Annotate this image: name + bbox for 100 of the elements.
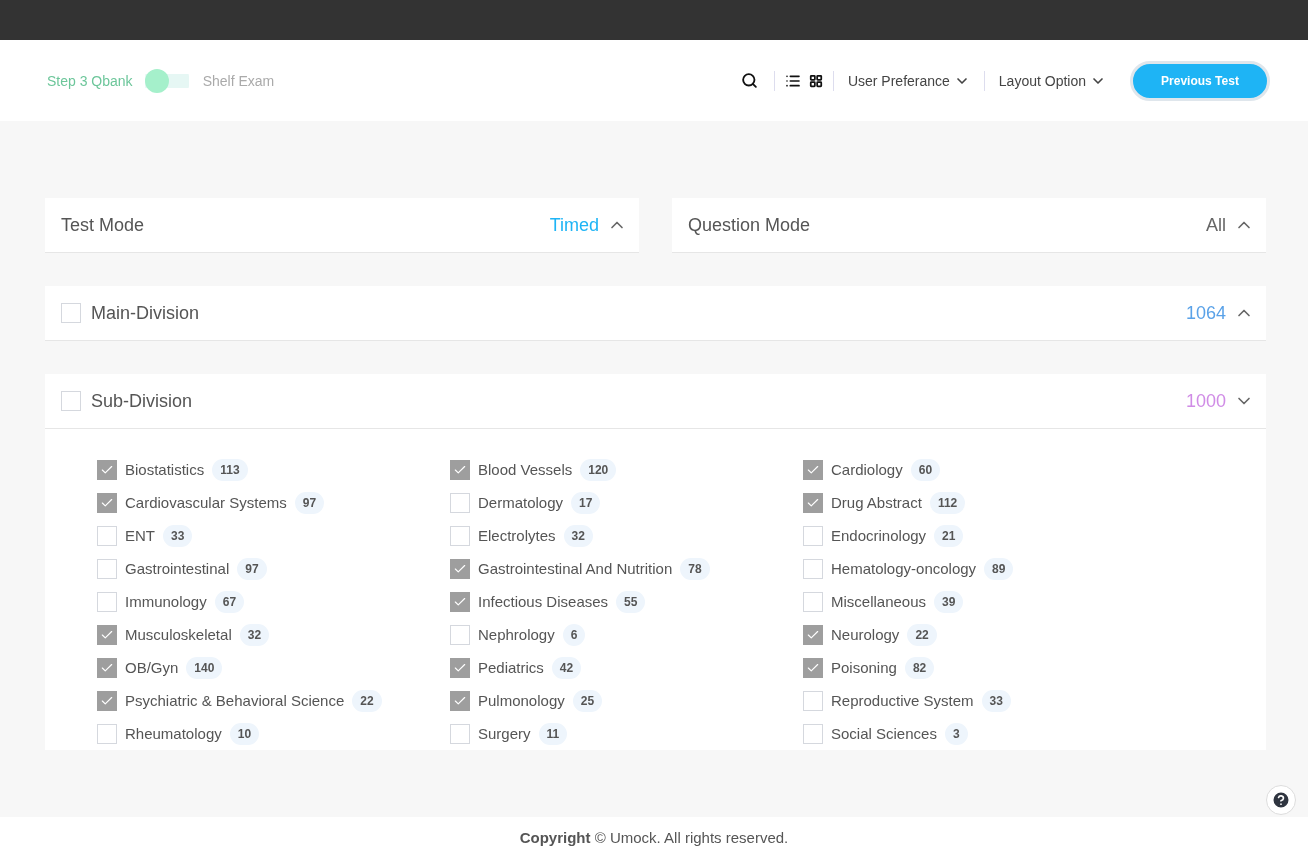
count-badge: 112: [929, 491, 966, 514]
subject-label: Nephrology: [478, 626, 555, 643]
checkbox[interactable]: [97, 525, 117, 546]
subject-label: Miscellaneous: [831, 593, 927, 610]
subject-label: Gastrointestinal And Nutrition: [478, 560, 673, 577]
copyright-text: Copyright © Umock. All rights reserved.: [519, 829, 789, 846]
count-badge: 25: [572, 689, 603, 712]
checkbox[interactable]: [450, 492, 470, 513]
count-badge: 42: [551, 656, 582, 679]
count-badge: 11: [538, 722, 568, 745]
count-badge: 140: [186, 656, 223, 679]
checkbox[interactable]: [803, 690, 823, 711]
subject-label: Poisoning: [831, 659, 897, 676]
subject-label: Cardiology: [831, 461, 903, 478]
checkbox[interactable]: [803, 525, 823, 546]
checkbox[interactable]: [450, 657, 470, 678]
subject-label: Pediatrics: [478, 659, 544, 676]
count-badge: 113: [212, 458, 248, 481]
subject-label: Infectious Diseases: [478, 593, 609, 610]
count-badge: 120: [580, 458, 617, 481]
division-count: 1064: [1185, 302, 1226, 324]
count-badge: 89: [984, 557, 1014, 580]
subject-label: Neurology: [831, 626, 900, 643]
subject-label: Endocrinology: [831, 527, 927, 544]
subject-label: Biostatistics: [125, 461, 205, 478]
checkbox[interactable]: [803, 723, 823, 744]
checkbox[interactable]: [97, 492, 117, 513]
subject-label: Cardiovascular Systems: [125, 494, 287, 511]
panel-title: Question Mode: [688, 214, 812, 236]
subject-label: Musculoskeletal: [125, 626, 232, 643]
count-badge: 67: [214, 590, 245, 613]
checkbox[interactable]: [450, 558, 470, 579]
subject-label: Drug Abstract: [831, 494, 922, 511]
checkbox[interactable]: [803, 624, 823, 645]
checkbox[interactable]: [97, 624, 117, 645]
subject-label: Reproductive System: [831, 692, 974, 709]
subject-label: ENT: [125, 527, 155, 544]
subject-label: Blood Vessels: [478, 461, 573, 478]
subject-label: OB/Gyn: [125, 659, 179, 676]
mode-value: Timed: [549, 214, 599, 236]
count-badge: 33: [981, 689, 1011, 712]
count-badge: 22: [352, 689, 382, 712]
checkbox[interactable]: [97, 591, 117, 612]
checkbox[interactable]: [803, 657, 823, 678]
division-count: 1000: [1185, 390, 1226, 412]
dropdown-menu[interactable]: User Preferance: [839, 68, 978, 93]
count-badge: 10: [229, 722, 260, 745]
count-badge: 21: [934, 524, 964, 547]
subject-label: Immunology: [125, 593, 207, 610]
checkbox[interactable]: [450, 723, 470, 744]
subject-label: Electrolytes: [478, 527, 556, 544]
subject-label: Surgery: [478, 725, 531, 742]
count-badge: 78: [680, 557, 710, 580]
checkbox[interactable]: [803, 591, 823, 612]
checkbox[interactable]: [803, 558, 823, 579]
count-badge: 3: [944, 722, 968, 745]
subject-label: Social Sciences: [831, 725, 937, 742]
help-button[interactable]: [1266, 785, 1296, 815]
subject-label: Rheumatology: [125, 725, 222, 742]
toggle-thumb[interactable]: [144, 68, 169, 93]
checkbox[interactable]: [97, 558, 117, 579]
subject-label: Pulmonology: [478, 692, 565, 709]
checkbox[interactable]: [450, 690, 470, 711]
count-badge: 32: [239, 623, 270, 646]
panel-title: Test Mode: [61, 214, 146, 236]
checkbox[interactable]: [97, 690, 117, 711]
mode-value: All: [1206, 214, 1226, 236]
mode-panel[interactable]: Test Mode Timed: [45, 198, 639, 253]
count-badge: 97: [294, 491, 325, 514]
checkbox[interactable]: [450, 591, 470, 612]
count-badge: 22: [907, 623, 937, 646]
checkbox[interactable]: [450, 459, 470, 480]
dropdown-menu[interactable]: Layout Option: [990, 68, 1114, 93]
checkbox[interactable]: [97, 723, 117, 744]
count-badge: 39: [934, 590, 964, 613]
checkbox[interactable]: [97, 459, 117, 480]
subject-label: Dermatology: [478, 494, 564, 511]
checkbox[interactable]: [61, 303, 81, 323]
subject-label: Hematology-oncology: [831, 560, 977, 577]
count-badge: 82: [904, 656, 935, 679]
count-badge: 55: [616, 590, 646, 613]
checkbox[interactable]: [450, 624, 470, 645]
count-badge: 32: [563, 524, 593, 547]
checkbox[interactable]: [803, 492, 823, 513]
checkbox[interactable]: [803, 459, 823, 480]
count-badge: 17: [571, 491, 601, 514]
count-badge: 60: [910, 458, 941, 481]
checkbox[interactable]: [61, 391, 81, 411]
question-icon: [1271, 790, 1291, 810]
toggle-label: Shelf Exam: [202, 72, 275, 89]
subject-label: Gastrointestinal: [125, 560, 230, 577]
count-badge: 6: [562, 623, 586, 646]
checkbox[interactable]: [97, 657, 117, 678]
subject-label: Psychiatric & Behavioral Science: [125, 692, 345, 709]
toggle-label: Step 3 Qbank: [47, 72, 133, 89]
count-badge: 33: [163, 524, 193, 547]
panel-title: Sub-Division: [91, 390, 194, 412]
count-badge: 97: [237, 557, 267, 580]
mode-panel[interactable]: Question Mode All: [672, 198, 1266, 253]
checkbox[interactable]: [450, 525, 470, 546]
